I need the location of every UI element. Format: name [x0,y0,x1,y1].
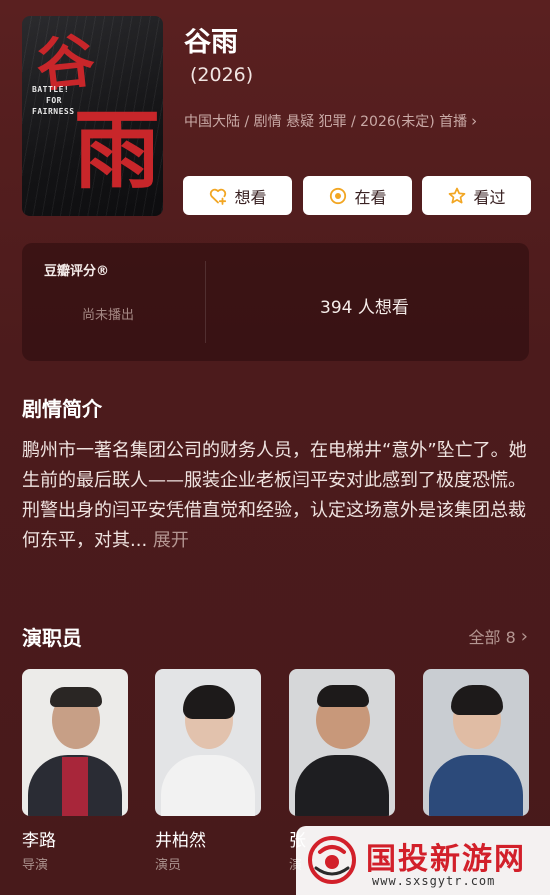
cast-photo[interactable] [423,669,529,816]
watching-button[interactable]: 在看 [303,176,412,215]
want-to-watch-label: 想看 [234,187,267,207]
chevron-right-icon: › [520,625,528,647]
expand-link[interactable]: 展开 [153,530,189,551]
cast-photo-scarf [62,757,88,816]
rating-divider [205,261,206,343]
cast-name: 井柏然 [155,831,206,851]
cast-photo[interactable] [22,669,128,816]
poster-english-line: FOR [46,96,62,105]
watermark-text: 国投新游网 [366,842,526,877]
cast-photo-hair [183,685,235,719]
cast-photo-hair [317,685,369,707]
poster-image[interactable]: 谷 雨 BATTLE! FOR FAIRNESS [22,16,163,216]
poster-english-line: BATTLE! [32,85,70,94]
synopsis-title: 剧情简介 [22,397,102,421]
want-to-watch-button[interactable]: 想看 [183,176,292,215]
watched-label: 看过 [473,187,506,207]
show-title: 谷雨 [184,27,238,58]
heart-plus-icon [210,188,227,205]
cast-role: 演员 [155,858,182,873]
rating-label: 豆瓣评分® [44,264,110,279]
cast-photo-body [161,755,255,816]
rating-card[interactable]: 豆瓣评分® 尚未播出 394 人想看 [22,243,529,361]
synopsis-text: 鹏州市一著名集团公司的财务人员，在电梯井“意外”坠亡了。她生前的最后联人——服装… [22,440,527,551]
star-icon [449,187,466,203]
watermark: 国投新游网 www.sxsgytr.com [296,826,550,895]
chevron-right-icon: › [471,112,478,130]
target-icon [330,187,347,204]
watermark-url: www.sxsgytr.com [372,874,496,888]
cast-view-all-link[interactable]: 全部 8 › [469,624,528,648]
synopsis-text-block[interactable]: 鹏州市一著名集团公司的财务人员，在电梯井“意外”坠亡了。她生前的最后联人——服装… [22,436,530,556]
watermark-logo-icon [308,836,356,884]
cast-photo-hair [50,687,102,707]
poster-english-line: FAIRNESS [32,107,75,116]
cast-photo-hair [451,685,503,715]
cast-name: 李路 [22,831,56,851]
cast-photo[interactable] [155,669,261,816]
cast-view-all-label: 全部 8 [468,628,516,647]
watching-label: 在看 [354,187,387,207]
cast-photo[interactable] [289,669,395,816]
show-meta-text: 中国大陆 / 剧情 悬疑 犯罪 / 2026(未定) 首播 [184,114,468,130]
poster-english-title: BATTLE! FOR FAIRNESS [32,84,102,117]
show-meta[interactable]: 中国大陆 / 剧情 悬疑 犯罪 / 2026(未定) 首播 › [184,111,477,131]
want-count: 394 人想看 [320,298,409,318]
cast-photo-body [429,755,523,816]
cast-title: 演职员 [22,626,82,650]
watched-button[interactable]: 看过 [422,176,531,215]
cast-role: 导演 [22,858,49,873]
show-year: (2026) [190,64,254,86]
rating-status: 尚未播出 [82,308,135,323]
cast-photo-body [295,755,389,816]
